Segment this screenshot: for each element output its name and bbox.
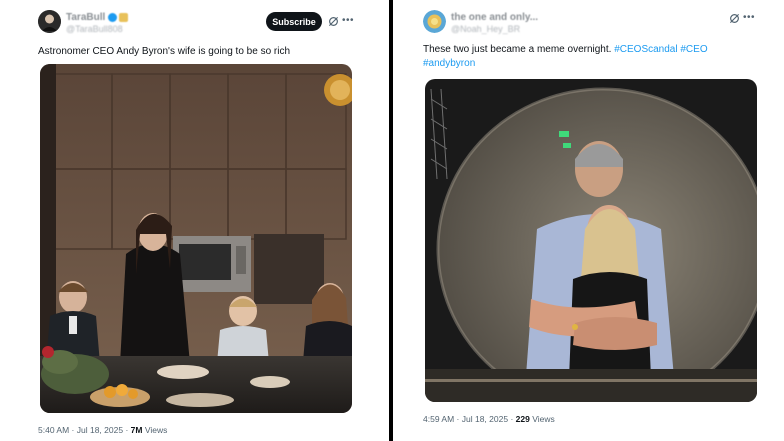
tweet-left: TaraBull @TaraBull808 Subscribe ••• Astr… xyxy=(0,0,389,441)
tweet-meta-line: 4:59 AM · Jul 18, 2025 · 229 Views xyxy=(423,414,555,424)
tweet-photo-family-kitchen[interactable] xyxy=(40,64,352,413)
views-label: Views xyxy=(532,414,555,424)
more-icon[interactable]: ••• xyxy=(341,14,355,28)
views-label: Views xyxy=(144,425,168,435)
tweet-right: the one and only... @Noah_Hey_BR ••• The… xyxy=(393,0,784,441)
grok-icon[interactable] xyxy=(326,14,340,28)
verified-badge-icon xyxy=(108,12,118,22)
hashtag-link[interactable]: #andybyron xyxy=(423,58,475,69)
tweet-meta-line: 5:40 AM · Jul 18, 2025 · 7M Views xyxy=(38,425,168,435)
author-name[interactable]: TaraBull xyxy=(66,12,129,23)
avatar[interactable] xyxy=(423,10,446,33)
author-name[interactable]: the one and only... xyxy=(451,12,538,23)
views-count: 7M xyxy=(130,425,143,435)
timestamp-date[interactable]: Jul 18, 2025 xyxy=(77,425,123,435)
photo-illustration xyxy=(425,79,757,402)
grok-icon[interactable] xyxy=(727,11,741,25)
more-icon[interactable]: ••• xyxy=(742,11,756,25)
author-handle[interactable]: @TaraBull808 xyxy=(66,24,123,34)
subscribe-button[interactable]: Subscribe xyxy=(266,12,322,31)
hashtag-link[interactable]: #CEO xyxy=(680,44,707,55)
tweet-text-plain: These two just became a meme overnight. xyxy=(423,44,612,55)
tweet-text: Astronomer CEO Andy Byron's wife is goin… xyxy=(38,46,291,57)
tweet-photo-concert-kiss-cam[interactable] xyxy=(425,79,757,402)
views-count: 229 xyxy=(515,414,530,424)
timestamp-date[interactable]: Jul 18, 2025 xyxy=(462,414,508,424)
tweet-text: These two just became a meme overnight. … xyxy=(423,43,753,71)
timestamp-time[interactable]: 5:40 AM xyxy=(38,425,69,435)
timestamp-time[interactable]: 4:59 AM xyxy=(423,414,454,424)
author-handle[interactable]: @Noah_Hey_BR xyxy=(451,24,520,34)
hashtag-link[interactable]: #CEOScandal xyxy=(614,44,677,55)
author-name-text[interactable]: TaraBull xyxy=(66,12,105,23)
avatar[interactable] xyxy=(38,10,61,33)
affiliate-badge-icon xyxy=(119,12,129,22)
photo-illustration xyxy=(40,64,352,413)
